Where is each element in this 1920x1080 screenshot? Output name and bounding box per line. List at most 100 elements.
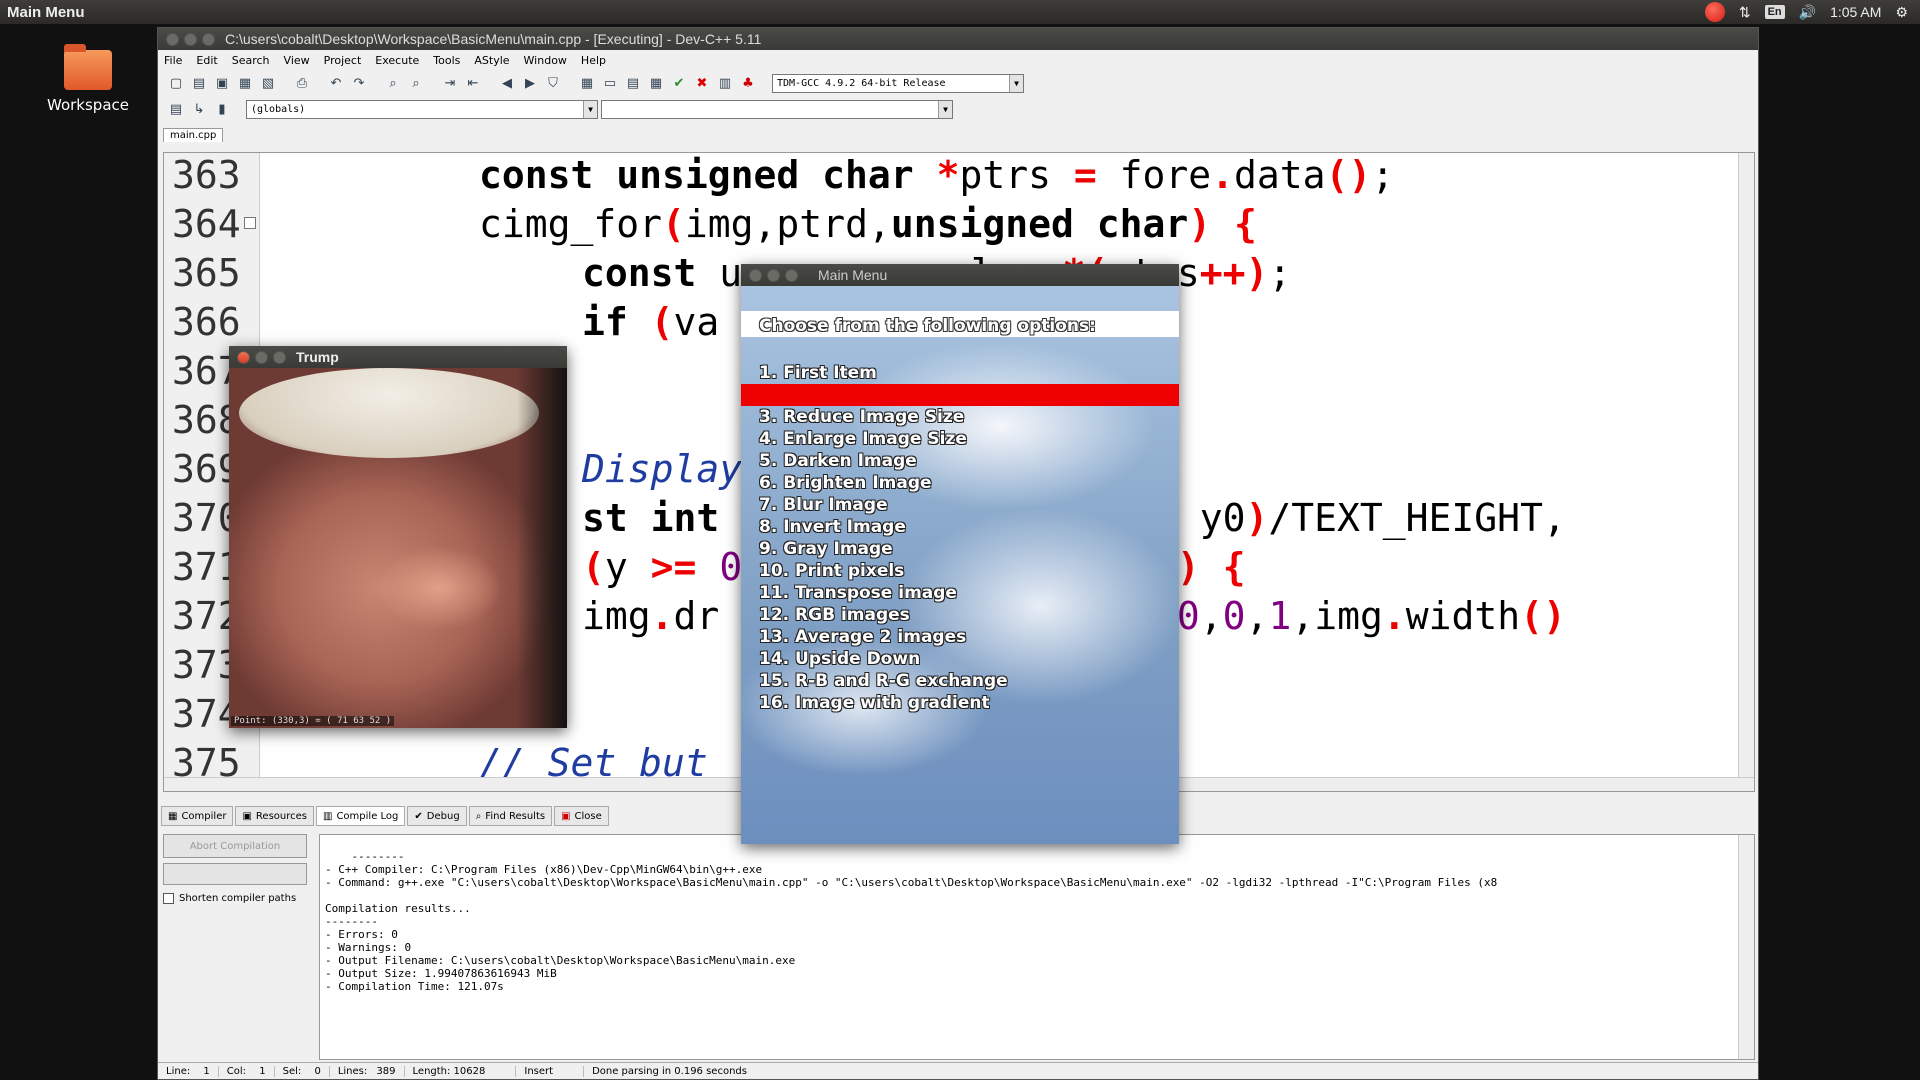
log-scrollbar[interactable] <box>1738 835 1754 1059</box>
menu-help[interactable]: Help <box>581 54 606 67</box>
find-icon[interactable]: ⌕ <box>383 73 403 93</box>
menu-item-11[interactable]: 11. Transpose image <box>741 582 1179 604</box>
profile-icon[interactable]: ♣ <box>738 73 758 93</box>
compile-log-output[interactable]: -------- - C++ Compiler: C:\Program File… <box>319 834 1755 1060</box>
menu-item-12[interactable]: 12. RGB images <box>741 604 1179 626</box>
menu-item-7[interactable]: 7. Blur Image <box>741 494 1179 516</box>
check-icon: ✔ <box>414 810 423 822</box>
close-icon[interactable] <box>237 350 250 364</box>
shorten-paths-checkbox[interactable]: Shorten compiler paths <box>163 893 313 904</box>
menu-item-16[interactable]: 16. Image with gradient <box>741 692 1179 714</box>
close-icon[interactable] <box>749 268 762 282</box>
menu-item-2-selected[interactable]: 2. Second Item <box>741 384 1179 406</box>
tab-debug[interactable]: ✔ Debug <box>407 806 467 826</box>
redo-icon[interactable]: ↷ <box>349 73 369 93</box>
class-browser-icon[interactable]: ▤ <box>166 99 186 119</box>
tab-find-results[interactable]: ⌕ Find Results <box>468 806 553 826</box>
status-message: Done parsing in 0.196 seconds <box>592 1065 747 1077</box>
desktop-folder-workspace[interactable]: Workspace <box>38 44 138 114</box>
compile-icon[interactable]: ▦ <box>577 73 597 93</box>
chevron-down-icon[interactable]: ▼ <box>938 100 952 118</box>
clock[interactable]: 1:05 AM <box>1830 4 1881 20</box>
menu-item-3[interactable]: 3. Reduce Image Size <box>741 406 1179 428</box>
menu-item-13[interactable]: 13. Average 2 images <box>741 626 1179 648</box>
settings-gear-icon[interactable]: ⚙ <box>1895 4 1908 21</box>
tab-compiler[interactable]: ▦ Compiler <box>161 806 234 826</box>
minimize-icon[interactable] <box>184 32 197 46</box>
menu-execute[interactable]: Execute <box>375 54 419 67</box>
print-icon[interactable]: ⎙ <box>292 73 312 93</box>
editor-vertical-scrollbar[interactable] <box>1738 153 1754 791</box>
bookmark-list-icon[interactable]: ▮ <box>212 99 232 119</box>
menu-canvas[interactable]: Choose from the following options: 1. Fi… <box>741 286 1179 844</box>
save-icon[interactable]: ▣ <box>212 73 232 93</box>
ide-title: C:\users\cobalt\Desktop\Workspace\BasicM… <box>225 31 762 47</box>
bookmark-icon[interactable]: ⛉ <box>543 73 563 93</box>
tab-resources[interactable]: ▣ Resources <box>235 806 314 826</box>
new-file-icon[interactable]: ▢ <box>166 73 186 93</box>
chart-icon[interactable]: ▥ <box>715 73 735 93</box>
tab-compile-log[interactable]: ▥ Compile Log <box>316 806 406 826</box>
menu-header: Choose from the following options: <box>759 316 1096 336</box>
menu-item-6[interactable]: 6. Brighten Image <box>741 472 1179 494</box>
trump-window-titlebar: Trump <box>229 346 567 368</box>
close-icon[interactable] <box>166 32 179 46</box>
scope-select[interactable]: (globals) ▼ <box>246 99 598 119</box>
close-icon: ▣ <box>561 810 571 822</box>
compiler-select[interactable]: TDM-GCC 4.9.2 64-bit Release ▼ <box>772 73 1024 93</box>
rebuild-icon[interactable]: ▦ <box>646 73 666 93</box>
compile-run-icon[interactable]: ▤ <box>623 73 643 93</box>
menu-item-5[interactable]: 5. Darken Image <box>741 450 1179 472</box>
forward-icon[interactable]: ▶ <box>520 73 540 93</box>
run-icon[interactable]: ▭ <box>600 73 620 93</box>
resources-icon: ▣ <box>242 810 252 822</box>
maximize-icon[interactable] <box>785 268 798 282</box>
portrait-image[interactable]: Point: (330,3) = ( 71 63 52 ) <box>229 368 567 728</box>
menu-search[interactable]: Search <box>232 54 270 67</box>
menu-edit[interactable]: Edit <box>196 54 217 67</box>
minimize-icon[interactable] <box>255 350 268 364</box>
main-menu-titlebar: Main Menu <box>741 264 1179 286</box>
undo-icon[interactable]: ↶ <box>326 73 346 93</box>
line-number: 363 <box>172 153 241 197</box>
minimize-icon[interactable] <box>767 268 780 282</box>
menu-tools[interactable]: Tools <box>433 54 460 67</box>
maximize-icon[interactable] <box>202 32 215 46</box>
goto-icon[interactable]: ↳ <box>189 99 209 119</box>
back-icon[interactable]: ◀ <box>497 73 517 93</box>
compile-progress-bar <box>163 863 307 885</box>
replace-icon[interactable]: ⌕ <box>406 73 426 93</box>
tab-main-cpp[interactable]: main.cpp <box>163 128 224 142</box>
menu-item-1[interactable]: 1. First Item <box>741 362 1179 384</box>
close-file-icon[interactable]: ▧ <box>258 73 278 93</box>
fold-toggle-icon[interactable] <box>244 217 256 229</box>
abort-compilation-button[interactable]: Abort Compilation <box>163 834 307 858</box>
tab-close[interactable]: ▣ Close <box>554 806 609 826</box>
unindent-icon[interactable]: ⇤ <box>463 73 483 93</box>
menu-astyle[interactable]: AStyle <box>474 54 509 67</box>
menu-item-15[interactable]: 15. R-B and R-G exchange <box>741 670 1179 692</box>
menu-file[interactable]: File <box>164 54 182 67</box>
chevron-down-icon[interactable]: ▼ <box>583 100 597 118</box>
check-icon[interactable]: ✔ <box>669 73 689 93</box>
menu-window[interactable]: Window <box>524 54 567 67</box>
record-indicator-icon[interactable] <box>1704 2 1725 22</box>
menu-project[interactable]: Project <box>324 54 362 67</box>
open-icon[interactable]: ▤ <box>189 73 209 93</box>
chevron-down-icon[interactable]: ▼ <box>1009 74 1023 92</box>
stop-icon[interactable]: ✖ <box>692 73 712 93</box>
save-all-icon[interactable]: ▦ <box>235 73 255 93</box>
menu-item-4[interactable]: 4. Enlarge Image Size <box>741 428 1179 450</box>
network-icon[interactable]: ⇅ <box>1739 4 1751 21</box>
indent-icon[interactable]: ⇥ <box>440 73 460 93</box>
menu-item-8[interactable]: 8. Invert Image <box>741 516 1179 538</box>
keyboard-language[interactable]: En <box>1764 5 1785 19</box>
menu-view[interactable]: View <box>284 54 310 67</box>
menu-item-14[interactable]: 14. Upside Down <box>741 648 1179 670</box>
maximize-icon[interactable] <box>273 350 286 364</box>
member-select[interactable]: ▼ <box>601 99 953 119</box>
menu-item-10[interactable]: 10. Print pixels <box>741 560 1179 582</box>
volume-icon[interactable]: 🔊 <box>1799 4 1816 21</box>
menu-item-9[interactable]: 9. Gray Image <box>741 538 1179 560</box>
checkbox-box[interactable] <box>163 893 174 904</box>
